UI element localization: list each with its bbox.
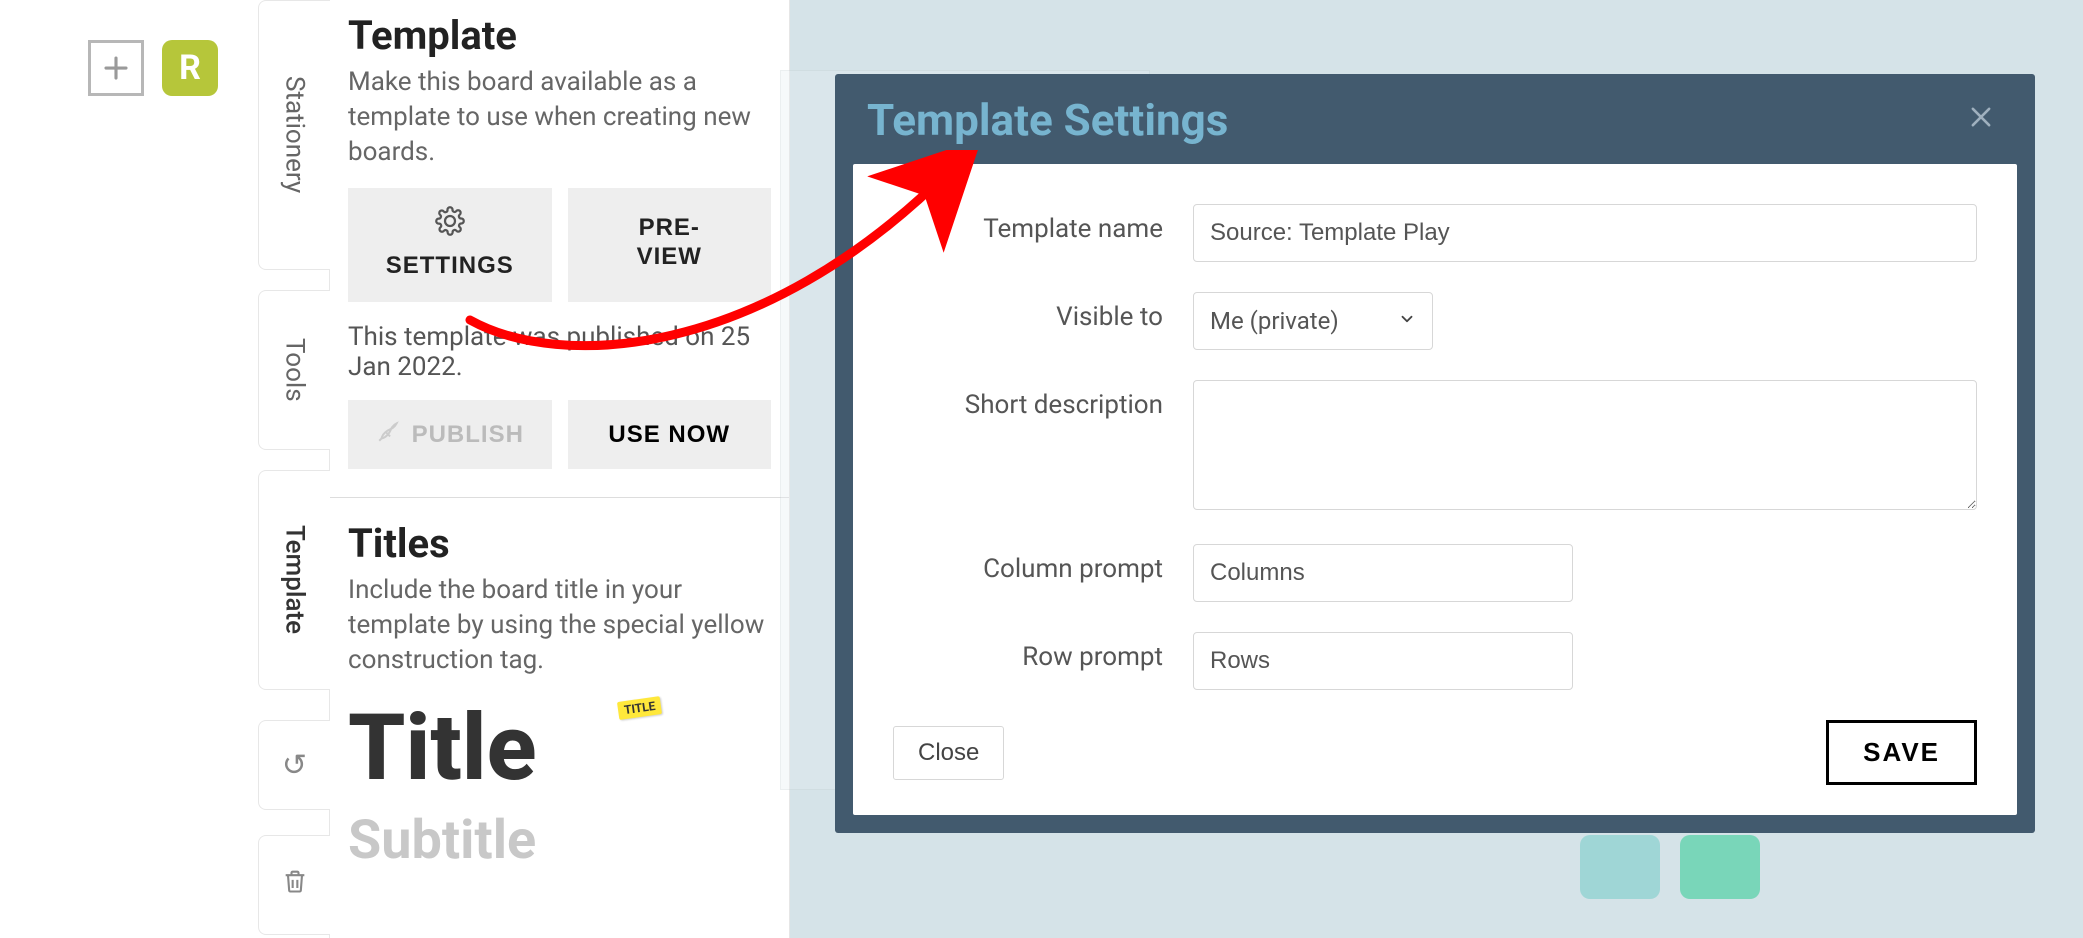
input-template-name[interactable] (1193, 204, 1977, 262)
publish-button[interactable]: PUBLISH (348, 400, 552, 469)
trash-icon (281, 867, 309, 903)
dialog-close-footer-button[interactable]: Close (893, 726, 1004, 780)
template-publish-status: This template was published on 25 Jan 20… (348, 322, 771, 382)
template-preview-button[interactable]: PRE- VIEW (568, 188, 772, 302)
preview-button-line2: VIEW (637, 243, 702, 272)
input-row-prompt[interactable] (1193, 632, 1573, 690)
subtitle-construction-item[interactable]: Subtitle (348, 809, 771, 872)
label-row-prompt: Row prompt (893, 632, 1163, 672)
dialog-save-button[interactable]: SAVE (1826, 720, 1977, 785)
titles-section-desc: Include the board title in your template… (348, 573, 771, 678)
trash-button[interactable] (258, 835, 330, 935)
dialog-title: Template Settings (867, 94, 1228, 146)
gear-icon (435, 206, 465, 244)
input-column-prompt[interactable] (1193, 544, 1573, 602)
plus-icon (101, 53, 131, 83)
template-section-desc: Make this board available as a template … (348, 65, 771, 170)
use-now-button[interactable]: USE NOW (568, 400, 772, 469)
user-avatar[interactable]: R (162, 40, 218, 96)
title-construction-tag: TITLE (617, 696, 663, 720)
template-section-title: Template (348, 12, 771, 59)
left-icon-rail: R (0, 0, 260, 938)
rocket-icon (376, 418, 402, 451)
undo-icon: ↺ (282, 748, 307, 783)
template-settings-button[interactable]: SETTINGS (348, 188, 552, 302)
side-tab-strip: Stationery Tools Template ↺ (258, 0, 330, 938)
label-visible-to: Visible to (893, 292, 1163, 332)
settings-button-label: SETTINGS (386, 252, 514, 280)
tab-stationery[interactable]: Stationery (258, 0, 330, 270)
template-side-panel: Template Make this board available as a … (330, 0, 790, 938)
title-display-text: Title (348, 703, 537, 795)
publish-button-label: PUBLISH (412, 421, 524, 449)
ghost-tile (1580, 835, 1660, 899)
template-settings-dialog: Template Settings Template name Visible … (835, 74, 2035, 833)
textarea-short-description[interactable] (1193, 380, 1977, 510)
preview-button-line1: PRE- (639, 214, 700, 243)
add-board-button[interactable] (88, 40, 144, 96)
undo-button[interactable]: ↺ (258, 720, 330, 810)
label-column-prompt: Column prompt (893, 544, 1163, 584)
label-short-description: Short description (893, 380, 1163, 420)
titles-section-title: Titles (348, 520, 771, 567)
use-now-button-label: USE NOW (608, 421, 730, 449)
close-icon (1967, 103, 1995, 131)
select-visible-value: Me (private) (1210, 307, 1339, 335)
tab-template[interactable]: Template (258, 470, 330, 690)
title-construction-item[interactable]: Title TITLE (348, 703, 771, 795)
select-visible-to[interactable]: Me (private) (1193, 292, 1433, 350)
ghost-tile (1680, 835, 1760, 899)
label-template-name: Template name (893, 204, 1163, 244)
dialog-close-button[interactable] (1959, 98, 2003, 142)
chevron-down-icon (1398, 310, 1416, 333)
tab-tools[interactable]: Tools (258, 290, 330, 450)
section-divider (330, 497, 789, 498)
avatar-letter: R (179, 48, 201, 88)
